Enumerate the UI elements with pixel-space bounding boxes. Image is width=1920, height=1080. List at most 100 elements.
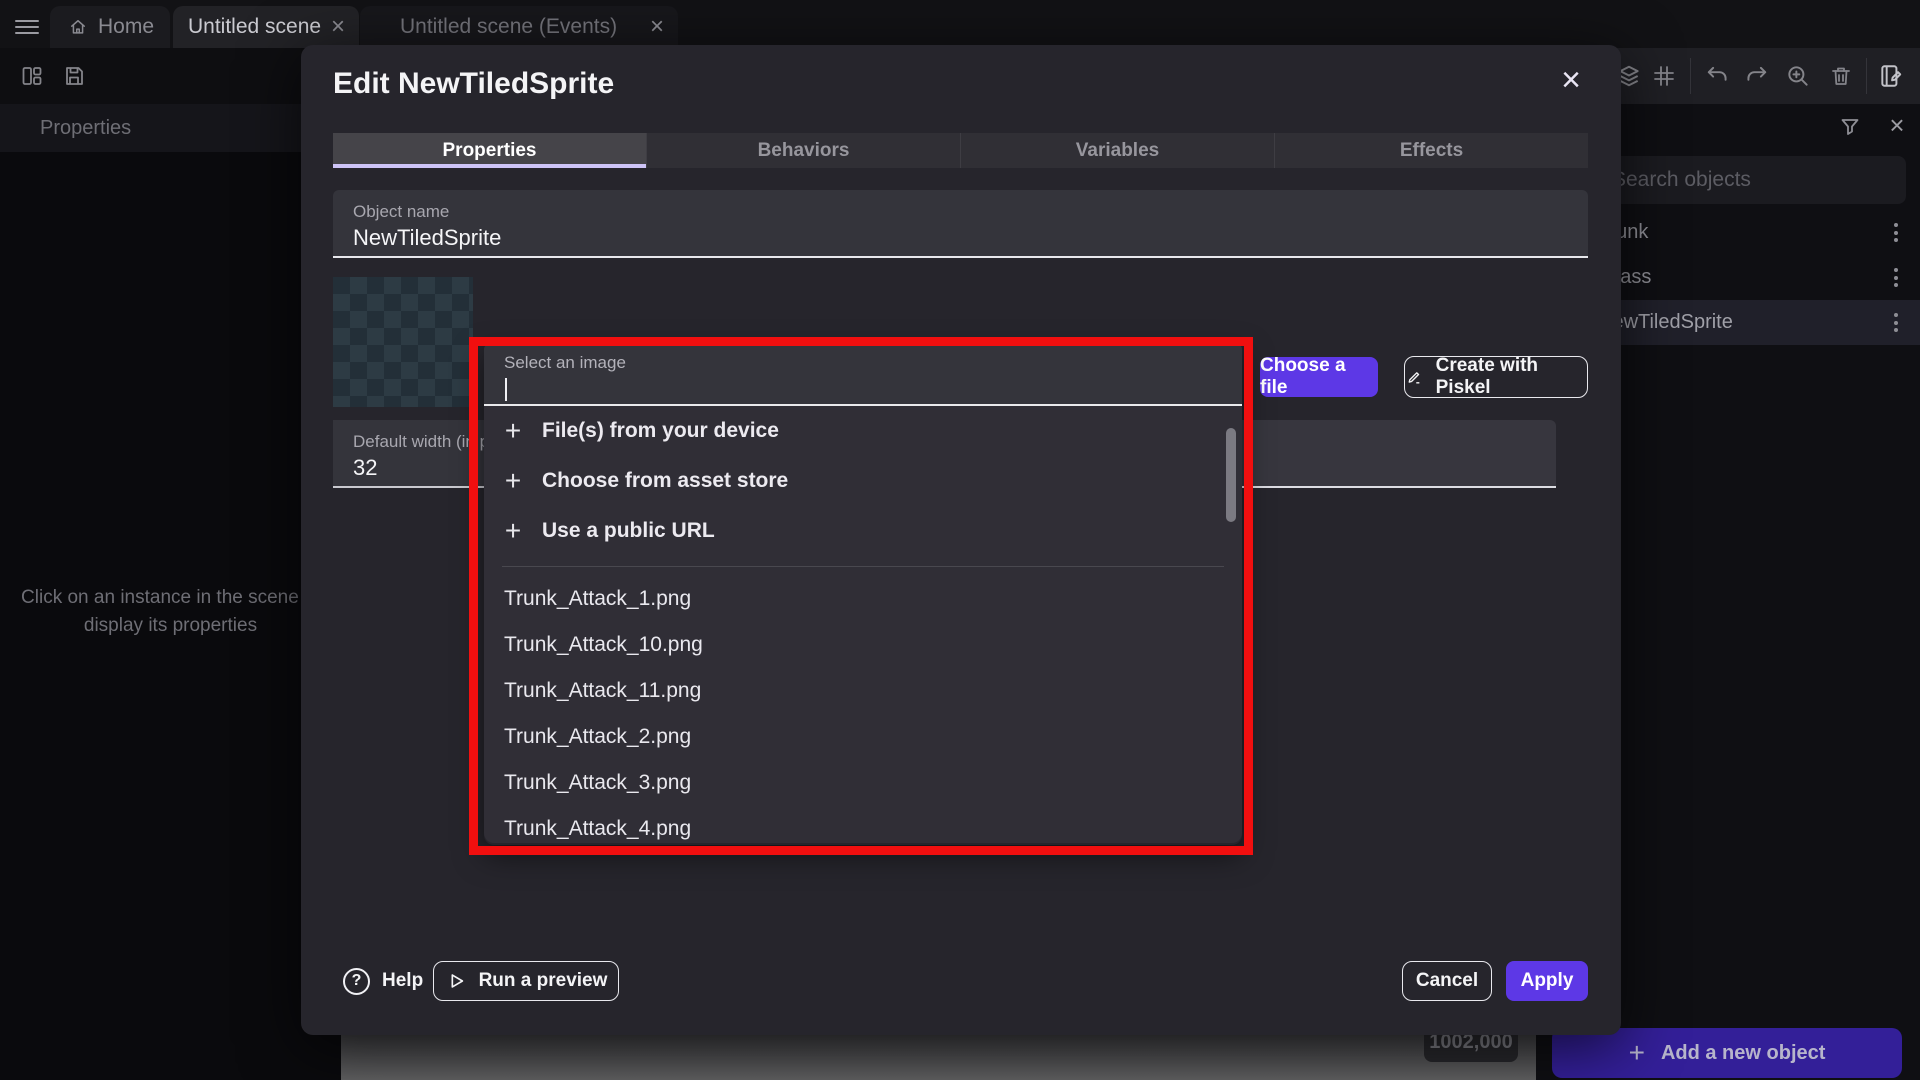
edit-object-dialog: Edit NewTiledSprite × Properties Behavio…	[301, 45, 1621, 1035]
tab-effects[interactable]: Effects	[1274, 133, 1588, 168]
save-icon	[62, 64, 86, 88]
divider	[502, 566, 1224, 567]
add-object-label: Add a new object	[1661, 1042, 1825, 1065]
text-cursor	[505, 378, 507, 401]
button-label: Run a preview	[479, 970, 608, 992]
button-label: Create with Piskel	[1436, 355, 1587, 399]
zoom-in-icon	[1785, 63, 1811, 89]
picker-file-item[interactable]: Trunk_Attack_1.png	[484, 576, 1242, 622]
cancel-button[interactable]: Cancel	[1402, 961, 1492, 1001]
image-picker-popover: Select an image + File(s) from your devi…	[484, 345, 1242, 845]
home-icon	[68, 17, 88, 37]
picker-action-public-url[interactable]: + Use a public URL	[484, 506, 1242, 556]
trash-icon	[1829, 64, 1853, 88]
add-new-object-button[interactable]: + Add a new object	[1552, 1028, 1902, 1078]
object-name-field[interactable]: Object name NewTiledSprite	[333, 190, 1588, 258]
picker-file-item[interactable]: Trunk_Attack_11.png	[484, 668, 1242, 714]
select-image-field[interactable]: Select an image	[484, 345, 1242, 406]
field-value: 32	[353, 455, 377, 481]
redo-button[interactable]	[1742, 62, 1770, 90]
plus-icon: +	[502, 515, 524, 547]
choose-a-file-button[interactable]: Choose a file	[1260, 357, 1378, 397]
button-label: Choose a file	[1260, 355, 1378, 399]
panel-title: Properties	[0, 104, 341, 152]
save-button[interactable]	[60, 62, 88, 90]
picker-action-files-from-device[interactable]: + File(s) from your device	[484, 406, 1242, 456]
menu-icon[interactable]	[15, 20, 39, 34]
field-label: Select an image	[504, 353, 626, 373]
file-name: Trunk_Attack_10.png	[504, 633, 703, 657]
file-name: Trunk_Attack_3.png	[504, 771, 691, 795]
kebab-menu-icon[interactable]	[1894, 223, 1898, 242]
dialog-title: Edit NewTiledSprite	[333, 67, 614, 101]
picker-file-item[interactable]: Trunk_Attack_3.png	[484, 760, 1242, 806]
undo-button[interactable]	[1704, 62, 1732, 90]
picker-action-asset-store[interactable]: + Choose from asset store	[484, 456, 1242, 506]
undo-icon	[1705, 63, 1731, 89]
sprite-thumbnail[interactable]	[333, 277, 473, 407]
close-panel-icon[interactable]: ×	[1883, 111, 1911, 139]
close-icon[interactable]: ×	[650, 15, 664, 39]
panel-title-label: Properties	[40, 117, 131, 140]
notebook-edit-icon	[1878, 63, 1904, 89]
grid-icon	[1652, 64, 1676, 88]
help-button[interactable]: ? Help	[343, 961, 423, 1001]
play-icon	[445, 970, 467, 992]
button-label: Cancel	[1416, 970, 1478, 992]
file-name: Trunk_Attack_11.png	[504, 679, 701, 703]
action-label: File(s) from your device	[542, 419, 779, 443]
empty-selection-message: Click on an instance in the scene to dis…	[0, 584, 341, 640]
pencil-icon	[1405, 367, 1424, 387]
action-label: Use a public URL	[542, 519, 715, 543]
grid-button[interactable]	[1650, 62, 1678, 90]
panels-layout-button[interactable]	[18, 62, 46, 90]
close-icon[interactable]: ×	[331, 15, 345, 39]
field-value: NewTiledSprite	[353, 225, 501, 251]
tab-untitled-scene-events[interactable]: Untitled scene (Events) ×	[360, 6, 678, 48]
kebab-menu-icon[interactable]	[1894, 268, 1898, 287]
image-picker-list: + File(s) from your device + Choose from…	[484, 406, 1242, 843]
scene-canvas[interactable]	[341, 1035, 1536, 1080]
picker-file-item[interactable]: Trunk_Attack_4.png	[484, 806, 1242, 843]
file-name: Trunk_Attack_4.png	[504, 817, 691, 841]
panels-layout-icon	[20, 64, 44, 88]
kebab-menu-icon[interactable]	[1894, 313, 1898, 332]
separator	[1690, 58, 1691, 94]
file-name: Trunk_Attack_2.png	[504, 725, 691, 749]
help-icon: ?	[343, 968, 370, 995]
gdevelop-app: Home Untitled scene × Untitled scene (Ev…	[0, 0, 1920, 1080]
apply-button[interactable]: Apply	[1506, 961, 1588, 1001]
message-line: Click on an instance in the scene to	[0, 584, 341, 612]
message-line: display its properties	[0, 612, 341, 640]
edit-scene-properties-button[interactable]	[1877, 62, 1905, 90]
filter-icon	[1838, 115, 1862, 139]
picker-file-item[interactable]: Trunk_Attack_10.png	[484, 622, 1242, 668]
tab-label: Untitled scene (Events)	[400, 15, 617, 39]
redo-icon	[1743, 63, 1769, 89]
dialog-tabs: Properties Behaviors Variables Effects	[333, 133, 1588, 168]
field-label: Object name	[353, 202, 449, 222]
picker-file-item[interactable]: Trunk_Attack_2.png	[484, 714, 1242, 760]
filter-button[interactable]	[1836, 113, 1864, 141]
delete-button[interactable]	[1827, 62, 1855, 90]
tab-home[interactable]: Home	[50, 6, 170, 48]
file-name: Trunk_Attack_1.png	[504, 587, 691, 611]
button-label: Apply	[1521, 970, 1574, 992]
tab-label: Untitled scene	[188, 15, 321, 39]
button-label: Help	[382, 970, 423, 992]
create-with-piskel-button[interactable]: Create with Piskel	[1404, 356, 1588, 398]
run-a-preview-button[interactable]: Run a preview	[433, 961, 619, 1001]
zoom-button[interactable]	[1784, 62, 1812, 90]
scrollbar-thumb[interactable]	[1226, 428, 1236, 522]
tab-label: Home	[98, 15, 154, 39]
tab-properties[interactable]: Properties	[333, 133, 646, 168]
plus-icon: +	[502, 465, 524, 497]
tab-untitled-scene[interactable]: Untitled scene ×	[173, 6, 359, 48]
separator	[1866, 58, 1867, 94]
tab-variables[interactable]: Variables	[960, 133, 1274, 168]
editor-toolbar	[0, 48, 301, 104]
close-icon[interactable]: ×	[1561, 61, 1581, 100]
plus-icon: +	[502, 415, 524, 447]
tab-behaviors[interactable]: Behaviors	[646, 133, 960, 168]
topbar: Home Untitled scene × Untitled scene (Ev…	[0, 0, 1920, 48]
